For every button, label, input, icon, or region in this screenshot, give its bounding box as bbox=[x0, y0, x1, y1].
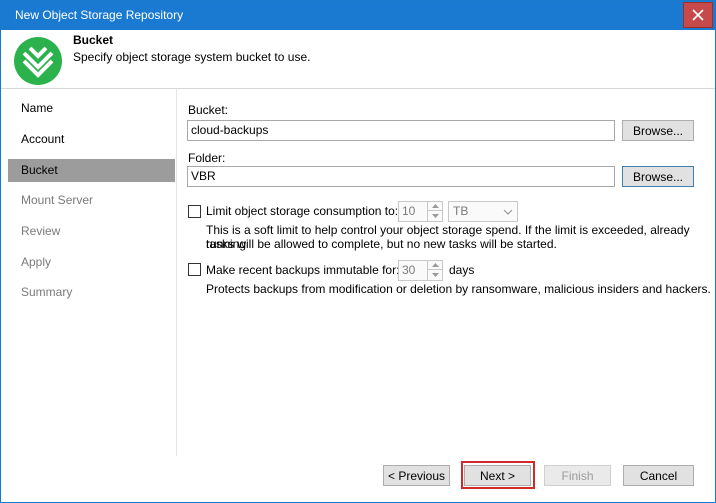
wizard-header: Bucket Specify object storage system buc… bbox=[1, 30, 715, 89]
window-title: New Object Storage Repository bbox=[15, 8, 184, 22]
bucket-browse-button[interactable]: Browse... bbox=[622, 120, 694, 141]
step-account[interactable]: Account bbox=[8, 128, 175, 151]
previous-button[interactable]: < Previous bbox=[383, 465, 450, 486]
step-name[interactable]: Name bbox=[8, 97, 175, 120]
wizard-steps: Name Account Bucket Mount Server Review … bbox=[8, 89, 175, 456]
close-icon bbox=[692, 9, 704, 21]
folder-input[interactable]: VBR bbox=[187, 166, 615, 187]
step-subtitle: Specify object storage system bucket to … bbox=[73, 50, 311, 64]
finish-button: Finish bbox=[544, 465, 611, 486]
limit-stepper-arrows[interactable] bbox=[427, 202, 442, 221]
stepper-up-icon[interactable] bbox=[428, 202, 442, 211]
immutable-note: Protects backups from modification or de… bbox=[206, 282, 711, 296]
step-bucket[interactable]: Bucket bbox=[8, 159, 175, 182]
immutable-days-stepper[interactable]: 30 bbox=[398, 260, 443, 281]
title-bar: New Object Storage Repository bbox=[1, 1, 715, 30]
chevron-down-icon bbox=[503, 209, 513, 215]
limit-unit: TB bbox=[453, 204, 469, 218]
immutable-value: 30 bbox=[402, 263, 416, 277]
limit-consumption-label: Limit object storage consumption to: bbox=[206, 204, 399, 218]
bucket-label: Bucket: bbox=[188, 103, 229, 117]
wizard-window: New Object Storage Repository Bucket Spe… bbox=[0, 0, 716, 503]
folder-browse-button[interactable]: Browse... bbox=[622, 166, 694, 187]
veeam-logo-icon bbox=[14, 37, 62, 85]
step-review: Review bbox=[21, 224, 61, 238]
stepper-down-icon[interactable] bbox=[428, 270, 442, 279]
stepper-up-icon[interactable] bbox=[428, 261, 442, 270]
bucket-input[interactable]: cloud-backups bbox=[187, 120, 615, 141]
immutable-unit: days bbox=[449, 263, 475, 277]
immutable-checkbox[interactable] bbox=[188, 263, 201, 276]
limit-note-line2: tasks will be allowed to complete, but n… bbox=[206, 237, 557, 251]
step-apply: Apply bbox=[21, 255, 52, 269]
immutable-stepper-arrows[interactable] bbox=[427, 261, 442, 280]
limit-consumption-checkbox[interactable] bbox=[188, 205, 201, 218]
step-mount-server: Mount Server bbox=[21, 193, 94, 207]
limit-unit-select[interactable]: TB bbox=[448, 201, 518, 222]
stepper-down-icon[interactable] bbox=[428, 211, 442, 220]
immutable-label: Make recent backups immutable for: bbox=[206, 263, 400, 277]
step-title: Bucket bbox=[73, 33, 114, 47]
folder-label: Folder: bbox=[188, 151, 226, 165]
next-button-highlight bbox=[461, 461, 535, 489]
close-button[interactable] bbox=[683, 2, 713, 28]
cancel-button[interactable]: Cancel bbox=[623, 465, 694, 486]
limit-value: 10 bbox=[402, 204, 416, 218]
limit-value-stepper[interactable]: 10 bbox=[398, 201, 443, 222]
step-summary: Summary bbox=[21, 285, 73, 299]
